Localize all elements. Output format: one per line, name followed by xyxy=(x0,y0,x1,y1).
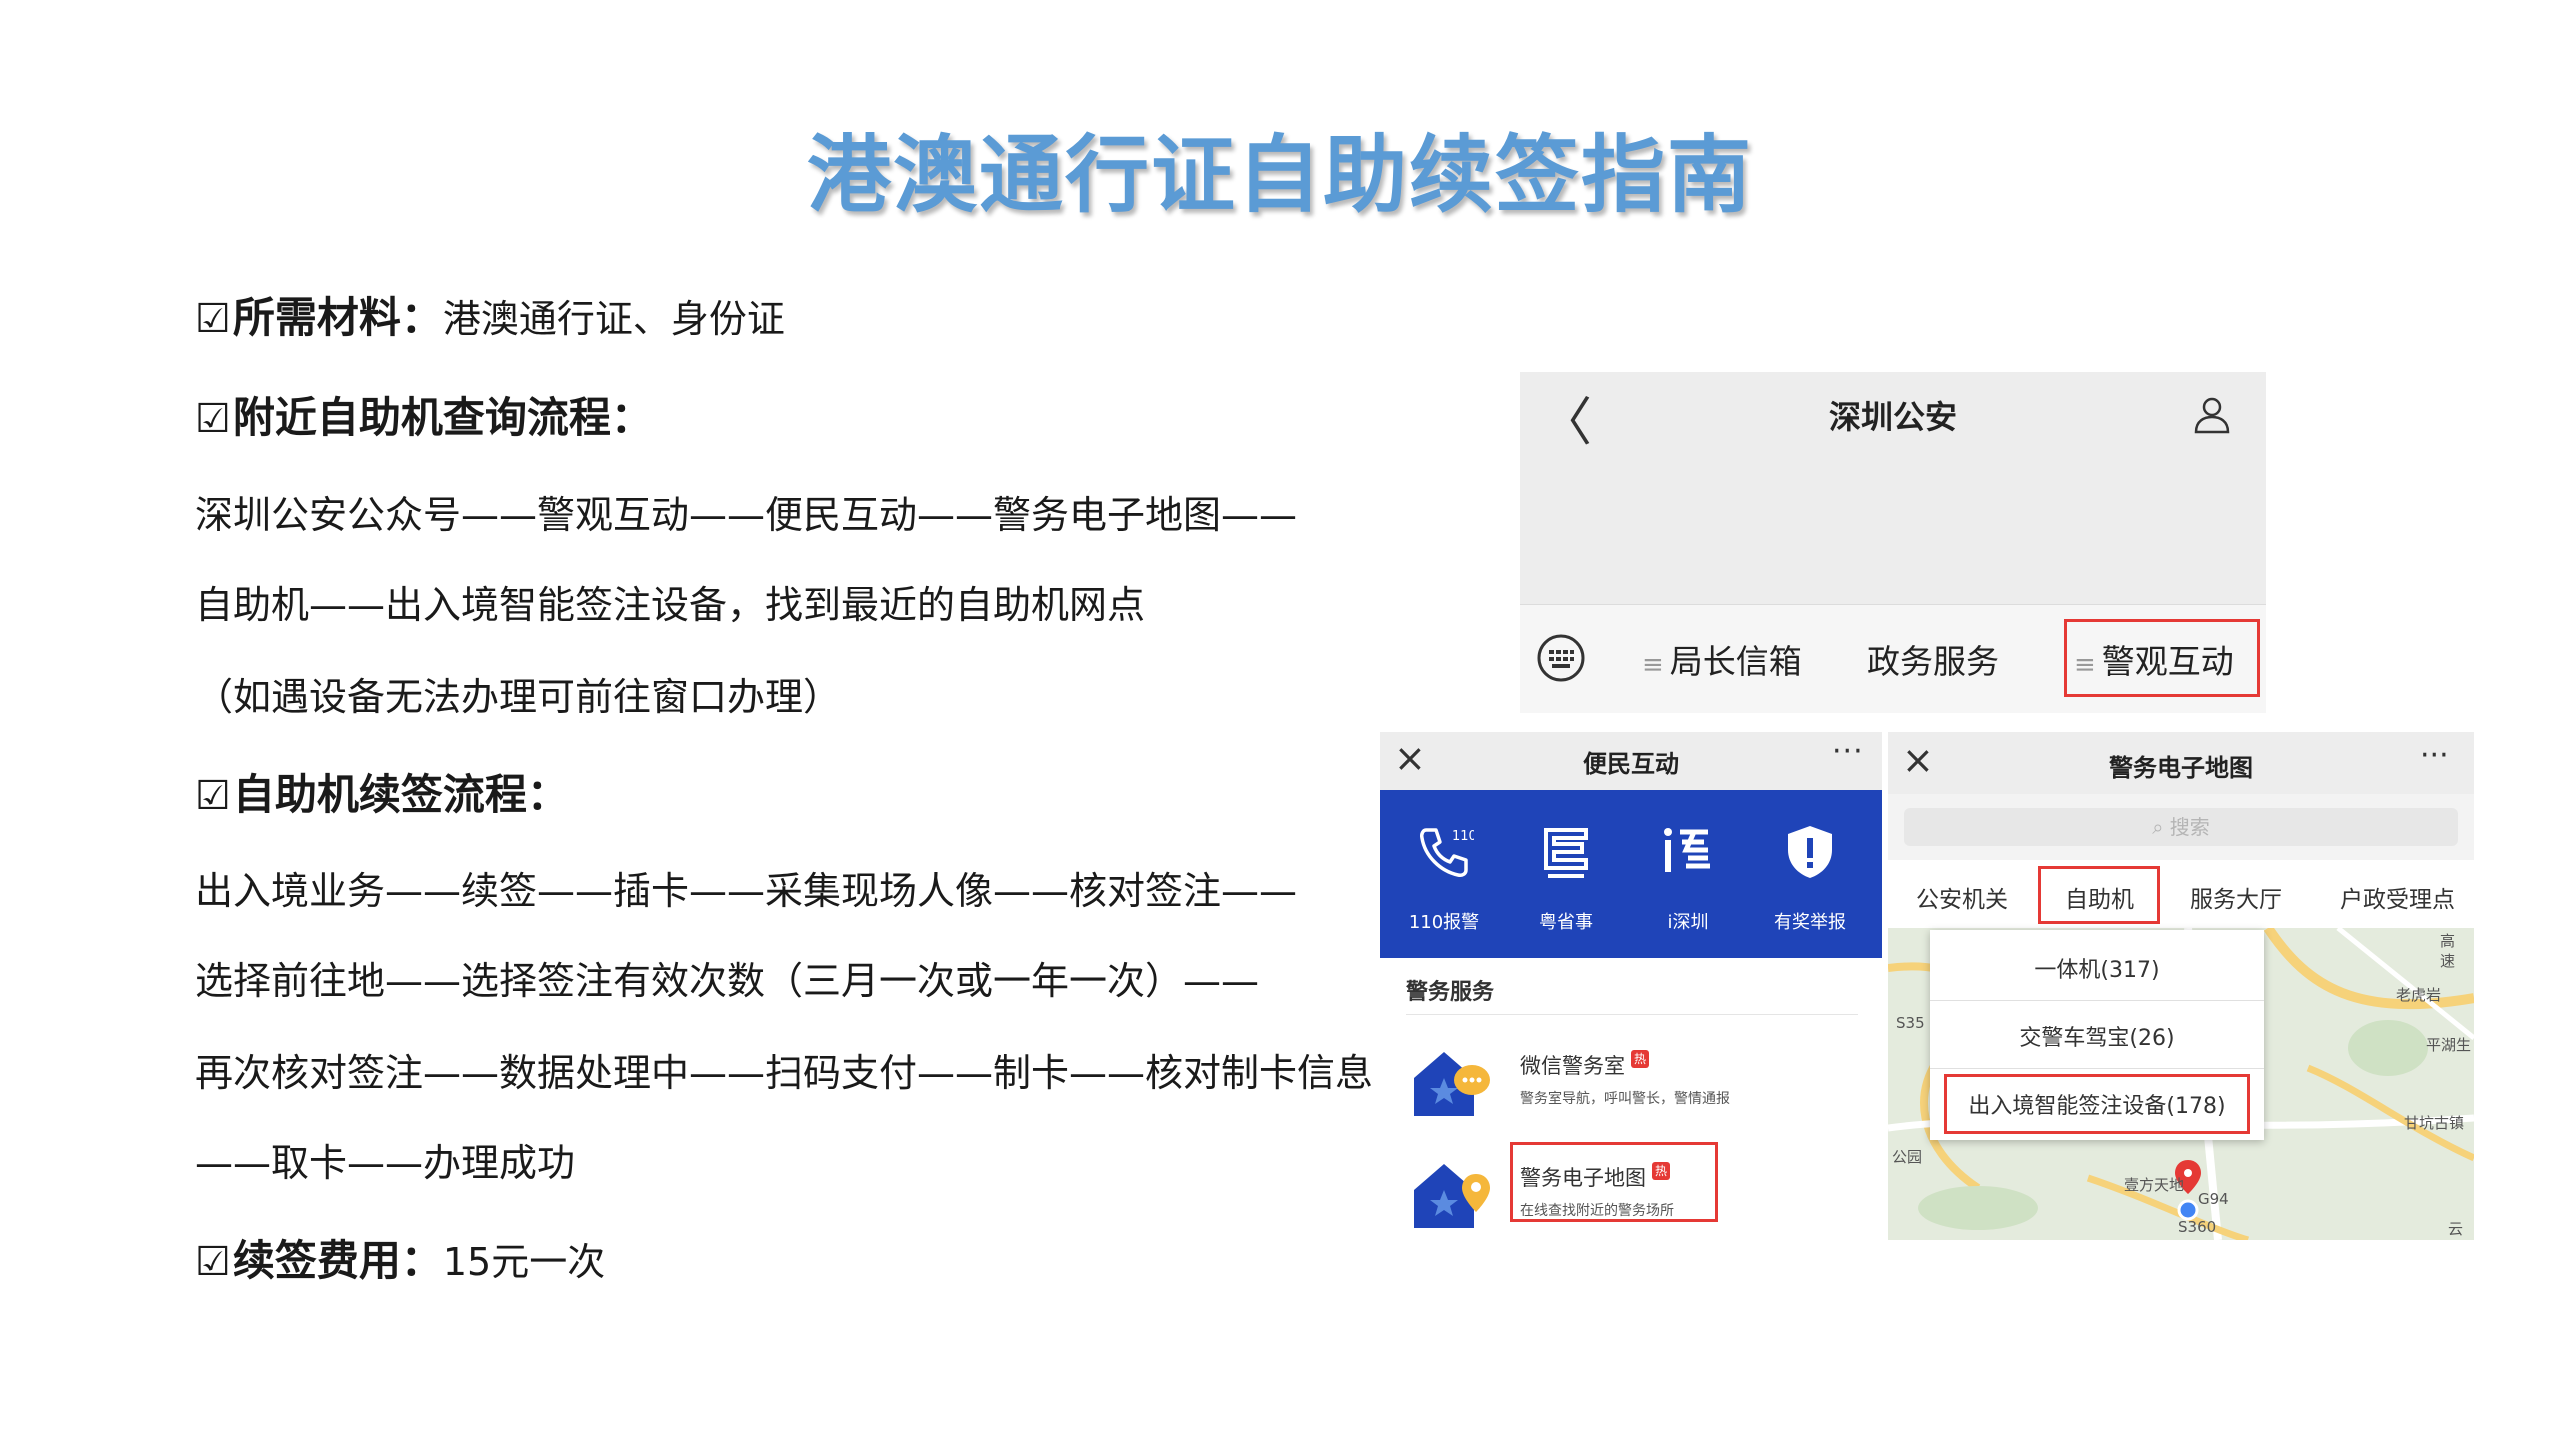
tab-public-security[interactable]: 公安机关 xyxy=(1916,880,2008,914)
renew-step-line: 再次核对签注——数据处理中——扫码支付——制卡——核对制卡信息 xyxy=(195,1051,1374,1095)
checkbox-icon: ☑ xyxy=(195,296,231,342)
divider xyxy=(1930,1068,2264,1069)
shenzhen-police-account-screenshot: 〈 深圳公安 ≡ 局长信箱 政务服务 ≡ 警观互动 xyxy=(1520,372,2266,713)
svg-text:110: 110 xyxy=(1452,829,1474,844)
dropdown-option-traffic[interactable]: 交警车驾宝(26) xyxy=(1930,1020,2264,1052)
search-input[interactable]: ⌕ 搜索 xyxy=(1904,808,2458,846)
fee-label: 续签费用： xyxy=(232,1236,443,1285)
more-icon[interactable]: ··· xyxy=(2420,738,2449,773)
account-menu-bar: ≡ 局长信箱 政务服务 ≡ 警观互动 xyxy=(1520,604,2266,713)
quick-action-report[interactable]: 有奖举报 xyxy=(1750,790,1870,958)
materials-label: 所需材料： xyxy=(232,293,443,342)
machine-type-dropdown: 一体机(317) 交警车驾宝(26) 出入境智能签注设备(178) xyxy=(1930,930,2264,1140)
service-item-wechat-station[interactable]: 微信警务室热 警务室导航，呼叫警长，警情通报 xyxy=(1410,1038,1870,1128)
map-label: 平湖生 xyxy=(2426,1036,2472,1054)
map-label: 老虎岩 xyxy=(2396,986,2442,1004)
phone-icon: 110 xyxy=(1420,828,1474,877)
convenience-interaction-screenshot: × 便民互动 ··· 110 110报警 粤省事 i深圳 有奖举报 警务服务 微… xyxy=(1380,732,1882,1240)
materials-line: ☑所需材料：港澳通行证、身份证 xyxy=(195,293,785,344)
divider xyxy=(1930,1000,2264,1001)
checkbox-icon: ☑ xyxy=(195,396,231,442)
map-header: × 警务电子地图 ··· xyxy=(1888,732,2474,794)
quick-action-yueshengshi[interactable]: 粤省事 xyxy=(1506,790,1626,958)
renew-step-line: ——取卡——办理成功 xyxy=(195,1141,576,1185)
query-label: 附近自助机查询流程： xyxy=(232,393,653,442)
fee-line: ☑续签费用：15元一次 xyxy=(195,1236,605,1287)
search-icon: ⌕ xyxy=(2152,815,2170,839)
ishenzhen-icon xyxy=(1664,828,1710,872)
service-item-police-map[interactable]: 警务电子地图热 在线查找附近的警务场所 xyxy=(1410,1142,1870,1240)
menu-item-director-mailbox[interactable]: ≡ 局长信箱 xyxy=(1642,635,1802,683)
checkbox-icon: ☑ xyxy=(195,773,231,819)
query-step-line: 深圳公安公众号——警观互动——便民互动——警务电子地图—— xyxy=(195,493,1298,537)
police-station-icon xyxy=(1414,1052,1490,1116)
query-heading: ☑附近自助机查询流程： xyxy=(195,393,653,444)
dropdown-option-all-in-one[interactable]: 一体机(317) xyxy=(1930,952,2264,984)
highlight-box xyxy=(1944,1074,2250,1134)
query-note-line: （如遇设备无法办理可前往窗口办理） xyxy=(195,675,842,719)
divider xyxy=(1406,1014,1858,1015)
map-label: 甘坑古镇 xyxy=(2404,1114,2465,1132)
map-label: S360 xyxy=(2178,1218,2217,1236)
tab-service-hall[interactable]: 服务大厅 xyxy=(2190,880,2282,914)
police-services-heading: 警务服务 xyxy=(1406,980,1495,1005)
page-title: 港澳通行证自助续签指南 xyxy=(806,126,1753,224)
fee-value: 15元一次 xyxy=(442,1240,606,1284)
user-icon[interactable] xyxy=(2192,394,2232,434)
map-label: 公园 xyxy=(1892,1148,1923,1166)
more-icon[interactable]: ··· xyxy=(1832,734,1864,769)
account-top-bar: 〈 深圳公安 xyxy=(1520,372,2266,457)
police-map-icon xyxy=(1414,1164,1490,1228)
map-label: G94 xyxy=(2198,1190,2229,1208)
quick-action-ishenzhen[interactable]: i深圳 xyxy=(1628,790,1748,958)
police-map-screenshot: × 警务电子地图 ··· ⌕ 搜索 公安机关 自助机 服务大厅 户政受理点 高 xyxy=(1888,732,2474,1240)
hot-badge: 热 xyxy=(1631,1050,1649,1068)
shield-icon xyxy=(1788,826,1832,878)
tab-household-registration[interactable]: 户政受理点 xyxy=(2340,880,2455,914)
convenience-header: × 便民互动 ··· xyxy=(1380,732,1882,790)
service-desc: 警务室导航，呼叫警长，警情通报 xyxy=(1520,1091,1730,1107)
query-step-line: 自助机——出入境智能签注设备，找到最近的自助机网点 xyxy=(195,583,1146,627)
map-title: 警务电子地图 xyxy=(2109,754,2253,782)
map-label: 速 xyxy=(2440,952,2456,970)
map-category-tabs: 公安机关 自助机 服务大厅 户政受理点 xyxy=(1888,860,2474,928)
account-title: 深圳公安 xyxy=(1828,398,1957,436)
menu-item-government-services[interactable]: 政务服务 xyxy=(1867,635,1999,683)
map-label: S35 xyxy=(1896,1014,1925,1032)
highlight-box xyxy=(2038,866,2160,924)
renew-step-line: 出入境业务——续签——插卡——采集现场人像——核对签注—— xyxy=(195,869,1298,913)
service-name: 微信警务室 xyxy=(1520,1054,1625,1078)
renew-label: 自助机续签流程： xyxy=(232,770,569,819)
materials-value: 港澳通行证、身份证 xyxy=(442,297,785,341)
map-label: 壹方天地 xyxy=(2124,1176,2185,1194)
map-label: 高 xyxy=(2440,932,2456,950)
renew-heading: ☑自助机续签流程： xyxy=(195,770,569,821)
renew-step-line: 选择前往地——选择签注有效次数（三月一次或一年一次）—— xyxy=(195,959,1260,1003)
quick-action-110[interactable]: 110 110报警 xyxy=(1384,790,1504,958)
quick-action-bar: 110 110报警 粤省事 i深圳 有奖举报 xyxy=(1380,790,1882,958)
map-label: 云 xyxy=(2448,1220,2464,1238)
convenience-title: 便民互动 xyxy=(1583,750,1679,778)
highlight-box xyxy=(2064,619,2260,697)
highlight-box xyxy=(1510,1142,1718,1222)
keyboard-icon[interactable] xyxy=(1536,633,1586,683)
checkbox-icon: ☑ xyxy=(195,1239,231,1285)
yueshengshi-icon xyxy=(1544,828,1588,878)
